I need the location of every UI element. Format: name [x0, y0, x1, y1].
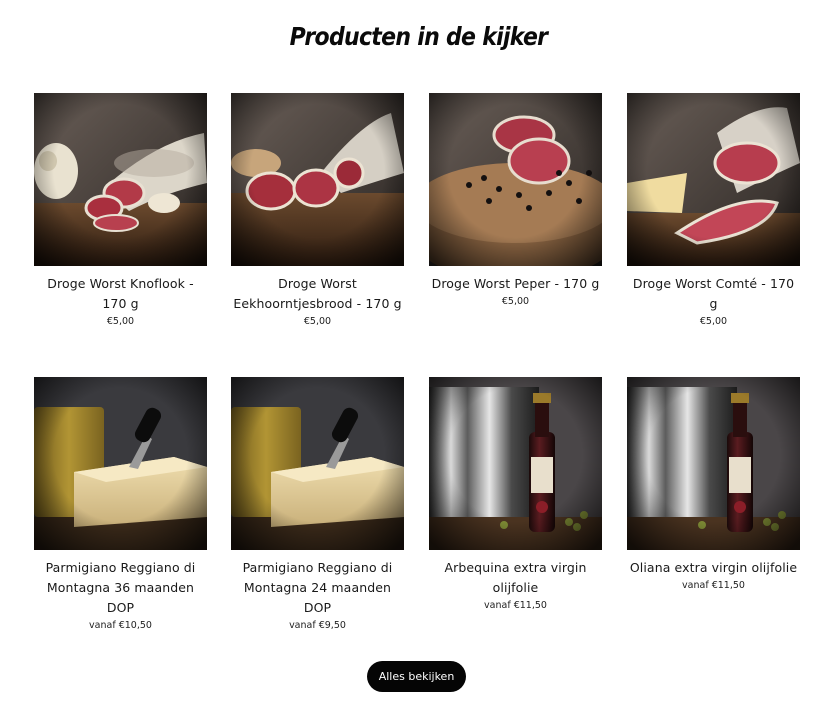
product-name[interactable]: Parmigiano Reggiano di Montagna 36 maand…: [34, 558, 207, 618]
product-card[interactable]: Oliana extra virgin olijfolie vanaf €11,…: [627, 377, 800, 591]
salami-comte-image: [627, 93, 800, 266]
product-name[interactable]: Oliana extra virgin olijfolie: [627, 558, 800, 578]
product-card[interactable]: Droge Worst Peper - 170 g €5,00: [429, 93, 602, 307]
product-card[interactable]: Parmigiano Reggiano di Montagna 36 maand…: [34, 377, 207, 631]
section-title: Producten in de kijker: [289, 22, 548, 51]
product-price: vanaf €10,50: [89, 620, 152, 631]
product-card[interactable]: Droge Worst Comté - 170 g €5,00: [627, 93, 800, 327]
salami-mushroom-image: [231, 93, 404, 266]
product-name[interactable]: Droge Worst Eekhoorntjesbrood - 170 g: [231, 274, 404, 314]
product-image[interactable]: [429, 93, 602, 266]
product-name[interactable]: Droge Worst Comté - 170 g: [627, 274, 800, 314]
product-price: vanaf €9,50: [289, 620, 346, 631]
product-price: €5,00: [501, 296, 530, 307]
salami-pepper-image: [429, 93, 602, 266]
product-price: vanaf €11,50: [484, 600, 547, 611]
product-image[interactable]: [627, 377, 800, 550]
product-price: €5,00: [106, 316, 135, 327]
product-name[interactable]: Droge Worst Peper - 170 g: [429, 274, 602, 294]
product-price: vanaf €11,50: [682, 580, 745, 591]
view-all-button[interactable]: Alles bekijken: [367, 661, 466, 692]
product-image[interactable]: [429, 377, 602, 550]
product-name[interactable]: Droge Worst Knoflook - 170 g: [34, 274, 207, 314]
product-price: €5,00: [303, 316, 332, 327]
product-image[interactable]: [627, 93, 800, 266]
product-name[interactable]: Arbequina extra virgin olijfolie: [429, 558, 602, 598]
product-card[interactable]: Parmigiano Reggiano di Montagna 24 maand…: [231, 377, 404, 631]
product-card[interactable]: Arbequina extra virgin olijfolie vanaf €…: [429, 377, 602, 611]
product-card[interactable]: Droge Worst Eekhoorntjesbrood - 170 g €5…: [231, 93, 404, 327]
salami-garlic-image: [34, 93, 207, 266]
product-name[interactable]: Parmigiano Reggiano di Montagna 24 maand…: [231, 558, 404, 618]
product-image[interactable]: [34, 93, 207, 266]
product-card[interactable]: Droge Worst Knoflook - 170 g €5,00: [34, 93, 207, 327]
olive-oil-bottle-image: [627, 377, 800, 550]
parmesan-knife-image: [34, 377, 207, 550]
parmesan-knife-image: [231, 377, 404, 550]
product-price: €5,00: [699, 316, 728, 327]
product-image[interactable]: [231, 93, 404, 266]
product-image[interactable]: [34, 377, 207, 550]
product-image[interactable]: [231, 377, 404, 550]
olive-oil-bottle-image: [429, 377, 602, 550]
